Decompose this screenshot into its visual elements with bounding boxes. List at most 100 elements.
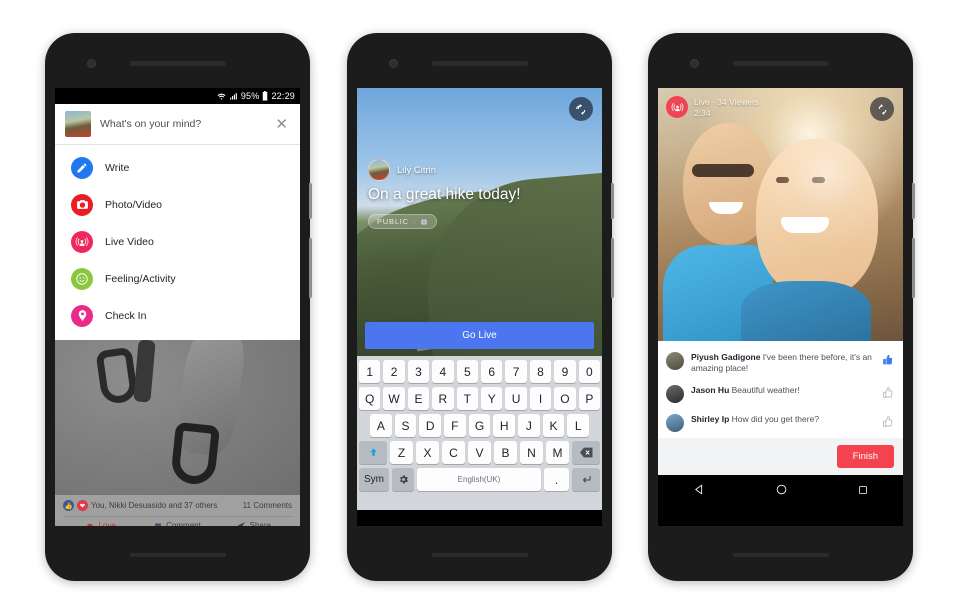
volume-button[interactable] (912, 238, 915, 298)
back-triangle-icon[interactable] (693, 483, 706, 496)
enter-return-icon[interactable] (572, 468, 600, 491)
composer-prompt[interactable]: What's on your mind? (100, 118, 264, 130)
comment-button[interactable]: Comment (139, 521, 215, 526)
keyboard-row-numbers: 1 2 3 4 5 6 7 8 9 0 (358, 360, 601, 383)
comment-count[interactable]: 11 Comments (243, 501, 292, 510)
live-timer: 2:34 (694, 107, 711, 118)
key-j[interactable]: J (518, 414, 540, 437)
key-9[interactable]: 9 (554, 360, 576, 383)
key-c[interactable]: C (442, 441, 465, 464)
avatar (666, 352, 684, 370)
live-video-stream: Live · 34 Viewers 2:34 (658, 88, 903, 341)
comment-button-label: Comment (166, 521, 201, 526)
close-icon[interactable]: ✕ (273, 117, 290, 132)
privacy-selector[interactable]: PUBLIC · (368, 214, 438, 229)
space-key[interactable]: English(UK) (417, 468, 541, 491)
volume-button[interactable] (309, 238, 312, 298)
composer-item-feeling-activity[interactable]: Feeling/Activity (55, 260, 300, 297)
reaction-text: You, Nikki Desuasido and 37 others (91, 501, 218, 510)
phone3-screen: Live · 34 Viewers 2:34 Piyush Gadigone I… (658, 88, 903, 526)
key-e[interactable]: E (407, 387, 430, 410)
finish-button[interactable]: Finish (836, 444, 894, 468)
thumbs-up-outline-icon[interactable] (881, 414, 894, 433)
live-preview-camera: Lily Citrin On a great hike today! PUBLI… (357, 88, 602, 356)
power-button[interactable] (309, 183, 312, 219)
key-x[interactable]: X (416, 441, 439, 464)
love-button[interactable]: Love (63, 521, 139, 526)
comment-author[interactable]: Jason Hu (691, 385, 729, 395)
composer-item-photo-video[interactable]: Photo/Video (55, 186, 300, 223)
key-v[interactable]: V (468, 441, 491, 464)
key-o[interactable]: O (554, 387, 576, 410)
key-t[interactable]: T (456, 387, 478, 410)
bottom-speaker (129, 553, 226, 557)
volume-button[interactable] (611, 238, 614, 298)
share-button-label: Share (249, 521, 271, 526)
screenshot-stage: 95% 22:29 What's on your mind? ✕ Write P… (0, 0, 960, 614)
video-subject (812, 176, 826, 183)
period-key[interactable]: . (544, 468, 569, 491)
comment-author[interactable]: Piyush Gadigone (691, 352, 760, 362)
composer-item-check-in[interactable]: Check In (55, 297, 300, 334)
key-y[interactable]: Y (481, 387, 503, 410)
key-8[interactable]: 8 (529, 360, 552, 383)
key-d[interactable]: D (419, 414, 441, 437)
live-title-input[interactable]: On a great hike today! (368, 186, 521, 204)
shift-up-arrow-icon[interactable] (359, 441, 387, 464)
composer-item-live-video[interactable]: Live Video (55, 223, 300, 260)
gear-icon[interactable] (392, 468, 414, 491)
video-subject (780, 217, 829, 234)
key-3[interactable]: 3 (407, 360, 430, 383)
power-button[interactable] (912, 183, 915, 219)
live-meta: Live · 34 Viewers 2:34 (694, 96, 759, 118)
comment-body: Piyush Gadigone I've been there before, … (691, 352, 874, 375)
key-i[interactable]: I (529, 387, 552, 410)
phone1-screen: 95% 22:29 What's on your mind? ✕ Write P… (55, 88, 300, 526)
key-m[interactable]: M (546, 441, 569, 464)
key-w[interactable]: W (383, 387, 405, 410)
globe-icon (421, 218, 428, 225)
key-g[interactable]: G (468, 414, 491, 437)
key-4[interactable]: 4 (432, 360, 454, 383)
backspace-icon[interactable] (572, 441, 600, 464)
key-u[interactable]: U (505, 387, 527, 410)
composer-item-label: Live Video (105, 235, 154, 248)
key-l[interactable]: L (567, 414, 590, 437)
symbols-key[interactable]: Sym (359, 468, 389, 491)
key-7[interactable]: 7 (505, 360, 527, 383)
key-q[interactable]: Q (358, 387, 381, 410)
camera-flip-icon[interactable] (569, 97, 593, 121)
key-n[interactable]: N (520, 441, 543, 464)
key-p[interactable]: P (578, 387, 601, 410)
go-live-button[interactable]: Go Live (365, 322, 594, 349)
key-f[interactable]: F (444, 414, 466, 437)
key-r[interactable]: R (432, 387, 454, 410)
key-0[interactable]: 0 (578, 360, 601, 383)
key-s[interactable]: S (394, 414, 417, 437)
key-z[interactable]: Z (390, 441, 413, 464)
keyboard-row-home: A S D F G H J K L (359, 414, 600, 437)
key-2[interactable]: 2 (383, 360, 405, 383)
key-k[interactable]: K (542, 414, 565, 437)
key-6[interactable]: 6 (481, 360, 503, 383)
thumbs-up-filled-icon[interactable] (881, 352, 894, 371)
recents-square-icon[interactable] (857, 484, 869, 496)
post-image-shape (174, 340, 249, 458)
key-1[interactable]: 1 (358, 360, 381, 383)
comment-author[interactable]: Shirley Ip (691, 414, 729, 424)
composer-item-write[interactable]: Write (55, 149, 300, 186)
composer-header[interactable]: What's on your mind? ✕ (55, 104, 300, 145)
smiley-icon (71, 267, 93, 290)
home-circle-icon[interactable] (775, 483, 788, 496)
camera-flip-icon[interactable] (870, 97, 894, 121)
key-h[interactable]: H (493, 414, 516, 437)
reaction-summary[interactable]: 👍 ❤ You, Nikki Desuasido and 37 others (63, 500, 217, 511)
key-b[interactable]: B (494, 441, 517, 464)
key-5[interactable]: 5 (456, 360, 478, 383)
front-camera-icon (389, 59, 398, 68)
key-a[interactable]: A (369, 414, 392, 437)
share-button[interactable]: Share (216, 521, 292, 526)
heart-icon (87, 523, 94, 526)
power-button[interactable] (611, 183, 614, 219)
thumbs-up-outline-icon[interactable] (881, 385, 894, 404)
